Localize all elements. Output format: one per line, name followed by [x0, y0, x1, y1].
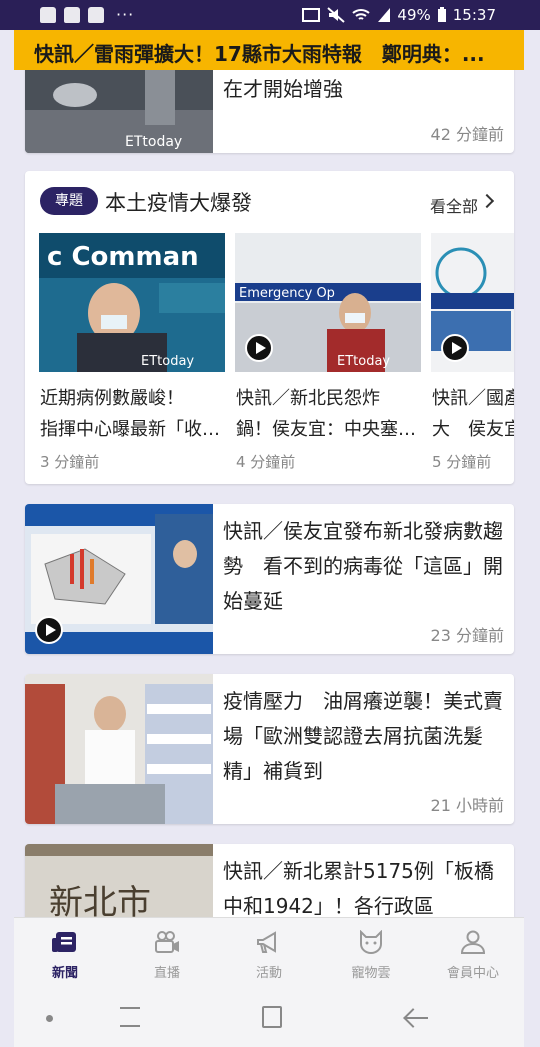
topic-item-time: 5 分鐘前 — [432, 453, 492, 471]
notification-icons: ··· — [40, 5, 134, 24]
svg-text:ETtoday: ETtoday — [125, 134, 182, 150]
nav-label: 會員中心 — [446, 966, 499, 981]
android-icon — [40, 6, 56, 23]
article-thumbnail — [25, 504, 213, 654]
nav-label: 寵物雲 — [351, 966, 391, 981]
topic-thumbnail: c Comman ETtoday — [39, 233, 225, 372]
news-icon — [52, 932, 76, 952]
system-status: 49% 15:37 — [301, 6, 496, 24]
article-card[interactable]: 新北市 快訊／新北累計5175例「板橋中和1942」！各行政區 — [25, 844, 514, 917]
article-thumbnail: 新北市 — [25, 844, 213, 917]
chevron-right-icon[interactable] — [479, 193, 495, 209]
ticker-text: 快訊／雷雨彈擴大！17縣市大雨特報 鄭明典：... — [34, 42, 485, 66]
svg-text:ETtoday: ETtoday — [337, 354, 390, 369]
topic-item-time: 3 分鐘前 — [40, 453, 100, 471]
more-notifications-icon: ··· — [116, 5, 135, 24]
topic-carousel[interactable]: c Comman ETtoday 近期病例數嚴峻！ 指揮中心曝最新「收… 3 分… — [39, 233, 514, 478]
topic-item-time: 4 分鐘前 — [236, 453, 296, 471]
cat-icon — [360, 930, 382, 954]
topic-item-title: 快訊／新北民怨炸 鍋！侯友宜：中央塞… — [236, 388, 416, 440]
svg-text:c Comman: c Comman — [47, 242, 199, 272]
article-time: 21 小時前 — [430, 796, 504, 815]
article-title: 快訊／新北累計5175例「板橋中和1942」！各行政區 — [223, 859, 494, 917]
topic-item[interactable]: Emergency Op ETtoday 快訊／新北民怨炸 鍋！侯友宜：中央塞…… — [235, 233, 421, 478]
nav-live[interactable]: 直播 — [116, 918, 218, 990]
megaphone-icon — [257, 931, 276, 953]
article-thumbnail — [25, 674, 213, 824]
nav-label: 活動 — [255, 966, 282, 981]
topic-item[interactable]: c Comman ETtoday 近期病例數嚴峻！ 指揮中心曝最新「收… 3 分… — [39, 233, 225, 478]
article-title: 快訊／侯友宜發布新北發病數趨勢 看不到的病毒從「這區」開始蔓延 — [223, 519, 503, 613]
svg-text:新北市: 新北市 — [49, 883, 151, 917]
topic-item-title: 近期病例數嚴峻！ 指揮中心曝最新「收… — [40, 388, 220, 440]
topic-thumbnail: Emergency Op ETtoday — [235, 233, 421, 372]
breaking-news-ticker[interactable]: 快訊／雷雨彈擴大！17縣市大雨特報 鄭明典：... — [14, 30, 524, 70]
back-icon-line — [406, 1017, 428, 1019]
cast-icon — [302, 8, 321, 22]
mute-icon — [327, 7, 346, 23]
video-play-icon — [35, 616, 63, 644]
signal-icon — [378, 8, 391, 22]
article-title: 在才開始增強 — [223, 77, 343, 101]
topic-item-title: 快訊／國產 大 侯友宜 — [432, 388, 514, 440]
topic-section: 專題 本土疫情大爆發 看全部 c Comman ETtoday 近期病例數嚴峻！… — [25, 171, 514, 484]
assistant-dot-icon[interactable] — [46, 1015, 53, 1022]
topic-title: 本土疫情大爆發 — [105, 191, 252, 215]
article-card[interactable]: 疫情壓力 油屑癢逆襲！美式賣場「歐洲雙認證去屑抗菌洗髮精」補貨到 21 小時前 — [25, 674, 514, 824]
see-all-link[interactable]: 看全部 — [430, 193, 478, 217]
bottom-navigation: 新聞 直播 活動 寵物雲 會員中心 — [14, 917, 524, 989]
nav-label: 直播 — [153, 966, 180, 981]
wifi-icon — [352, 9, 371, 20]
article-title: 疫情壓力 油屑癢逆襲！美式賣場「歐洲雙認證去屑抗菌洗髮精」補貨到 — [223, 689, 503, 783]
live-camera-icon — [155, 931, 179, 953]
svg-text:Emergency Op: Emergency Op — [239, 286, 335, 301]
topic-item[interactable]: 快訊／國產 大 侯友宜 5 分鐘前 — [431, 233, 514, 478]
clock: 15:37 — [452, 6, 496, 24]
user-icon — [460, 930, 486, 954]
nav-events[interactable]: 活動 — [218, 918, 320, 990]
recent-apps-icon[interactable] — [120, 1007, 140, 1027]
video-play-icon — [441, 334, 469, 362]
article-time: 23 分鐘前 — [430, 626, 504, 645]
status-bar: ··· 49% 15:37 — [0, 0, 540, 30]
article-time: 42 分鐘前 — [430, 125, 504, 144]
battery-percent: 49% — [397, 6, 431, 24]
nav-member-center[interactable]: 會員中心 — [422, 918, 524, 990]
home-icon[interactable] — [262, 1006, 282, 1028]
people-icon — [88, 6, 104, 23]
svg-text:ETtoday: ETtoday — [141, 354, 194, 369]
battery-icon — [437, 7, 446, 22]
nav-label: 新聞 — [51, 966, 78, 981]
news-feed[interactable]: ETtoday 在才開始增強 42 分鐘前 專題 本土疫情大爆發 看全部 c C… — [0, 70, 540, 917]
topic-thumbnail — [431, 233, 514, 372]
system-navigation-bar — [14, 989, 524, 1047]
android-icon — [64, 6, 80, 23]
article-thumbnail: ETtoday — [25, 70, 213, 153]
nav-pet-cloud[interactable]: 寵物雲 — [320, 918, 422, 990]
topic-badge: 專題 — [40, 187, 98, 215]
nav-news[interactable]: 新聞 — [14, 918, 116, 990]
article-card[interactable]: ETtoday 在才開始增強 42 分鐘前 — [25, 70, 514, 153]
article-card[interactable]: 快訊／侯友宜發布新北發病數趨勢 看不到的病毒從「這區」開始蔓延 23 分鐘前 — [25, 504, 514, 654]
video-play-icon — [245, 334, 273, 362]
